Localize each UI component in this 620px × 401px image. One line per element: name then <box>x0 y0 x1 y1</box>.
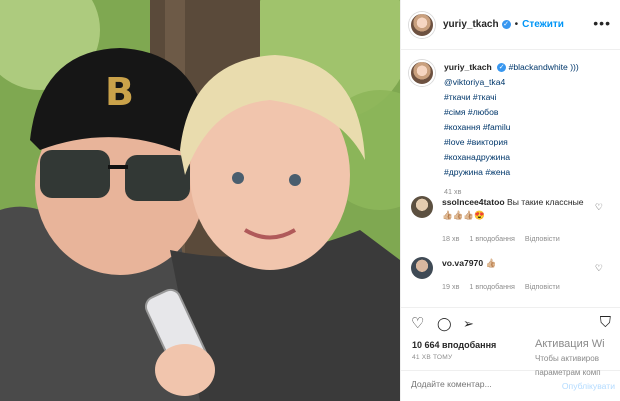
commenter-avatar[interactable] <box>411 196 433 218</box>
comment-item: ssolncee4tatoo Вы такие классные 👍🏼👍🏼👍🏼😍… <box>411 196 615 245</box>
post-header: yuriy_tkach ✓ • Стежити ••• <box>401 0 620 50</box>
post-timestamp[interactable]: 41 ХВ ТОМУ <box>412 354 452 361</box>
hashtag-line[interactable]: #коханадружина <box>444 150 614 165</box>
share-icon[interactable]: ➢ <box>463 316 474 332</box>
post-caption: yuriy_tkach ✓ #blackandwhite ))) @viktor… <box>409 60 615 199</box>
save-bookmark-icon[interactable]: ⛉ <box>600 314 611 331</box>
comment-icon[interactable]: ◯ <box>437 316 452 332</box>
caption-username[interactable]: yuriy_tkach <box>444 62 492 72</box>
commenter-username[interactable]: vo.va7970 <box>442 258 483 268</box>
hashtag-line[interactable]: #кохання #familu <box>444 120 614 135</box>
hashtag-line[interactable]: #сімя #любов <box>444 105 614 120</box>
comment-text: 👍🏼 <box>485 258 497 268</box>
comment-like-icon[interactable]: ♡ <box>595 202 603 213</box>
hashtag-link[interactable]: #blackandwhite ))) <box>509 62 579 72</box>
likes-count[interactable]: 10 664 вподобання <box>412 340 496 350</box>
add-comment-bar: Опублікувати <box>401 370 620 401</box>
like-icon[interactable]: ♡ <box>411 314 424 332</box>
comment-time[interactable]: 19 хв <box>442 282 459 291</box>
caption-text: yuriy_tkach ✓ #blackandwhite ))) @viktor… <box>444 60 614 199</box>
hashtag-line[interactable]: #ткачи #ткачі <box>444 90 614 105</box>
caption-avatar[interactable] <box>409 60 435 86</box>
post-photo-illustration: B <box>0 0 400 401</box>
commenter-avatar[interactable] <box>411 257 433 279</box>
reply-button[interactable]: Відповісти <box>525 282 560 291</box>
verified-badge-icon: ✓ <box>497 63 507 73</box>
hashtag-line[interactable]: #love #виктория <box>444 135 614 150</box>
follow-button[interactable]: Стежити <box>522 19 564 30</box>
post-side-panel: yuriy_tkach ✓ • Стежити ••• yuriy_tkach … <box>400 0 620 401</box>
publish-button[interactable]: Опублікувати <box>562 381 615 391</box>
author-username[interactable]: yuriy_tkach <box>443 19 499 30</box>
verified-badge-icon: ✓ <box>501 20 511 29</box>
comment-body: vo.va7970 👍🏼 19 хв 1 вподобання Відповіс… <box>442 257 592 293</box>
svg-text:B: B <box>105 70 134 114</box>
comment-likes[interactable]: 1 вподобання <box>469 234 515 243</box>
author-avatar[interactable] <box>409 11 435 38</box>
more-options-icon[interactable]: ••• <box>593 15 611 31</box>
comment-meta: 19 хв 1 вподобання Відповісти <box>442 280 592 293</box>
commenter-username[interactable]: ssolncee4tatoo <box>442 197 505 207</box>
reply-button[interactable]: Відповісти <box>525 234 560 243</box>
comment-body: ssolncee4tatoo Вы такие классные 👍🏼👍🏼👍🏼😍… <box>442 196 592 245</box>
header-separator: • <box>514 19 519 30</box>
add-comment-input[interactable] <box>411 379 551 389</box>
post-photo[interactable]: B <box>0 0 400 401</box>
comment-meta: 18 хв 1 вподобання Відповісти <box>442 232 592 245</box>
mention-link[interactable]: @viktoriya_tka4 <box>444 75 614 90</box>
comment-item: vo.va7970 👍🏼 19 хв 1 вподобання Відповіс… <box>411 257 615 293</box>
hashtag-line[interactable]: #дружина #жена <box>444 165 614 180</box>
comment-likes[interactable]: 1 вподобання <box>469 282 515 291</box>
comment-like-icon[interactable]: ♡ <box>595 263 603 274</box>
comment-time[interactable]: 18 хв <box>442 234 459 243</box>
